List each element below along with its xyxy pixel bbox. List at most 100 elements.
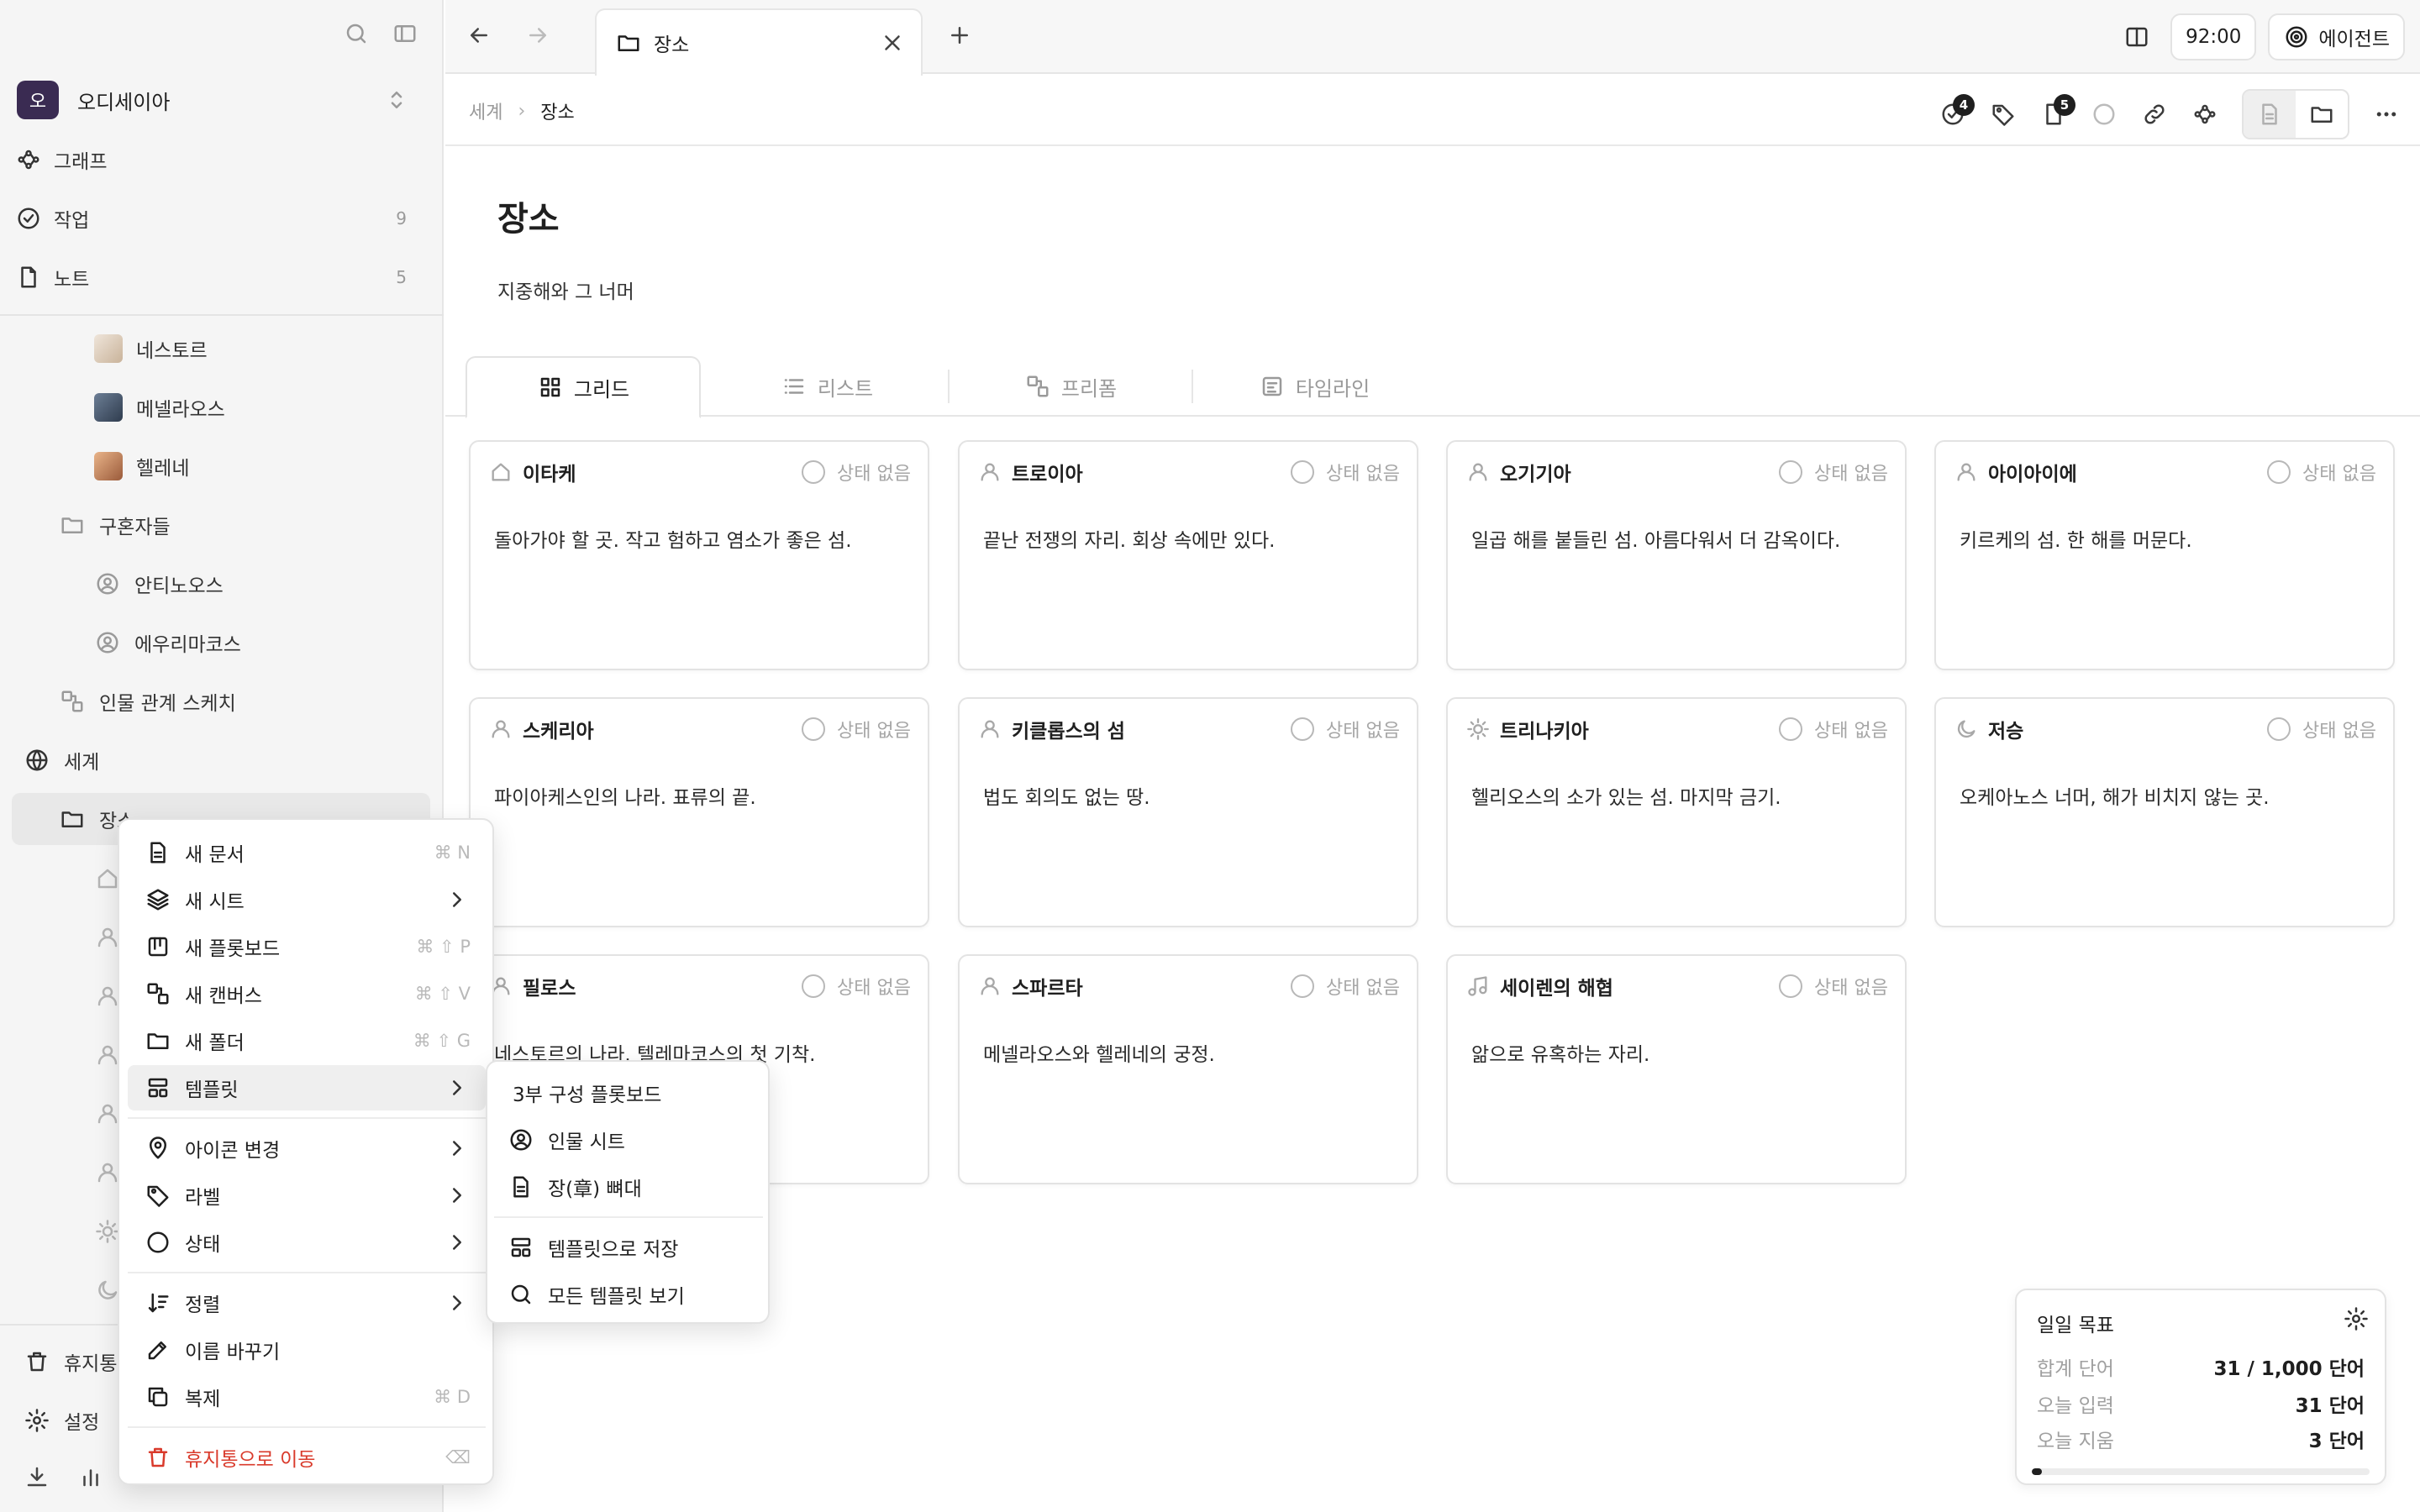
sidebar-toggle-icon[interactable] [392, 20, 418, 47]
breadcrumb-parent[interactable]: 세계 [469, 97, 502, 124]
tree-item-relations-sketch[interactable]: 인물 관계 스케치 [59, 677, 236, 726]
context-menu: 새 문서 ⌘ N 새 시트 새 플롯보드 ⌘ ⇧ P 새 캔버스 ⌘ ⇧ V 새… [118, 818, 494, 1485]
card-status[interactable]: 상태 없음 [802, 459, 911, 486]
card-title: 세이렌의 해협 [1500, 978, 1613, 1000]
graph-icon[interactable] [2191, 101, 2218, 128]
tag-icon[interactable] [1990, 101, 2017, 128]
tree-item-suitors[interactable]: 구혼자들 [59, 501, 171, 549]
menu-item-label[interactable]: 라벨 [128, 1173, 486, 1218]
plus-icon[interactable] [946, 22, 973, 49]
thumbnail-image [94, 393, 123, 422]
user-circle-icon [94, 570, 121, 597]
goals-key: 합계 단어 [2037, 1358, 2114, 1380]
card-sirens-strait[interactable]: 세이렌의 해협 상태 없음 앎으로 유혹하는 자리. [1446, 954, 1907, 1184]
tab-timeline[interactable]: 타임라인 [1197, 356, 1432, 417]
split-view-icon[interactable] [2123, 24, 2150, 50]
card-status[interactable]: 상태 없음 [1779, 973, 1888, 1000]
workspace-switcher[interactable]: 오 오디세이아 [17, 79, 427, 121]
status-circle-icon [1291, 460, 1315, 484]
search-icon[interactable] [343, 20, 370, 47]
menu-item-templates[interactable]: 템플릿 [128, 1065, 486, 1110]
card-status[interactable]: 상태 없음 [1291, 459, 1400, 486]
card-troy[interactable]: 트로이아 상태 없음 끝난 전쟁의 자리. 회상 속에만 있다. [958, 440, 1418, 670]
menu-item-sort[interactable]: 정렬 [128, 1280, 486, 1326]
tab-grid[interactable]: 그리드 [466, 356, 701, 418]
card-aiaia[interactable]: 아이아이에 상태 없음 키르케의 섬. 한 해를 머문다. [1934, 440, 2395, 670]
link-icon[interactable] [2141, 101, 2168, 128]
goals-progress-fill [2032, 1468, 2043, 1475]
menu-item-status[interactable]: 상태 [128, 1220, 486, 1265]
menu-divider [128, 1117, 486, 1119]
card-status[interactable]: 상태 없음 [1779, 459, 1888, 486]
stats-icon[interactable] [77, 1463, 104, 1490]
note-icon[interactable]: 5 [2040, 94, 2075, 128]
tasks-check-icon[interactable]: 4 [1939, 94, 1975, 128]
menu-item-new-sheet[interactable]: 새 시트 [128, 877, 486, 922]
back-arrow-icon[interactable] [466, 22, 492, 49]
card-status[interactable]: 상태 없음 [802, 973, 911, 1000]
card-thrinacia[interactable]: 트리나키아 상태 없음 헬리오스의 소가 있는 섬. 마지막 금기. [1446, 697, 1907, 927]
status-label: 상태 없음 [837, 978, 911, 999]
forward-arrow-icon[interactable] [524, 22, 551, 49]
card-status[interactable]: 상태 없음 [1291, 973, 1400, 1000]
timer-button[interactable]: 92:00 [2170, 13, 2257, 60]
submenu-item-three-act-plotboard[interactable]: 3부 구성 플롯보드 [494, 1070, 763, 1116]
page-subtitle[interactable]: 지중해와 그 너머 [497, 276, 634, 304]
card-status[interactable]: 상태 없음 [1291, 716, 1400, 743]
list-icon [781, 373, 808, 400]
card-underworld[interactable]: 저승 상태 없음 오케아노스 너머, 해가 비치지 않는 곳. [1934, 697, 2395, 927]
tab-list[interactable]: 리스트 [709, 356, 944, 417]
download-icon[interactable] [24, 1463, 50, 1490]
card-scheria[interactable]: 스케리아 상태 없음 파이아케스인의 나라. 표류의 끝. [469, 697, 929, 927]
submenu-item-character-sheet[interactable]: 인물 시트 [494, 1117, 763, 1163]
status-circle-icon [1291, 974, 1315, 998]
agent-button[interactable]: 에이전트 [2268, 13, 2405, 60]
page-title[interactable]: 장소 [497, 192, 560, 240]
tree-item-antinous[interactable]: 안티노오스 [94, 559, 224, 608]
card-status[interactable]: 상태 없음 [1779, 716, 1888, 743]
close-icon[interactable] [879, 29, 906, 56]
submenu-item-chapter-skeleton[interactable]: 장(章) 뼈대 [494, 1164, 763, 1210]
note-icon [15, 264, 42, 291]
tree-item-world[interactable]: 세계 [24, 736, 99, 785]
menu-item-new-canvas[interactable]: 새 캔버스 ⌘ ⇧ V [128, 971, 486, 1016]
sidebar-settings[interactable]: 설정 [24, 1396, 99, 1445]
menu-item-move-to-trash[interactable]: 휴지통으로 이동 ⌫ [128, 1435, 486, 1480]
submenu-item-browse-templates[interactable]: 모든 템플릿 보기 [494, 1272, 763, 1317]
folder-view-button[interactable] [2296, 91, 2348, 138]
menu-item-change-icon[interactable]: 아이콘 변경 [128, 1126, 486, 1171]
submenu-item-label: 장(章) 뼈대 [548, 1179, 642, 1200]
card-cyclops-island[interactable]: 키클롭스의 섬 상태 없음 법도 회의도 없는 땅. [958, 697, 1418, 927]
tree-item-nestor[interactable]: 네스토르 [94, 324, 208, 373]
sidebar-trash[interactable]: 휴지통 [24, 1337, 117, 1386]
card-status[interactable]: 상태 없음 [802, 716, 911, 743]
menu-item-new-plotboard[interactable]: 새 플롯보드 ⌘ ⇧ P [128, 924, 486, 969]
gear-icon[interactable] [2343, 1305, 2370, 1332]
menu-item-duplicate[interactable]: 복제 ⌘ D [128, 1374, 486, 1420]
goals-row-total: 합계 단어 31 / 1,000 단어 [2037, 1352, 2365, 1381]
card-status[interactable]: 상태 없음 [2267, 716, 2376, 743]
sidebar-item-notes[interactable]: 노트 5 [15, 254, 429, 301]
tab-freeform[interactable]: 프리폼 [953, 356, 1188, 417]
tree-item-eurymachus[interactable]: 에우리마코스 [94, 618, 241, 667]
tab-label: 리스트 [817, 376, 874, 401]
status-circle-icon[interactable] [2091, 101, 2118, 128]
sidebar-item-graph[interactable]: 그래프 [15, 136, 429, 183]
menu-item-rename[interactable]: 이름 바꾸기 [128, 1327, 486, 1373]
menu-item-new-folder[interactable]: 새 폴더 ⌘ ⇧ G [128, 1018, 486, 1063]
more-icon[interactable] [2373, 101, 2400, 128]
document-view-button[interactable] [2244, 91, 2296, 138]
card-sparta[interactable]: 스파르타 상태 없음 메넬라오스와 헬레네의 궁정. [958, 954, 1418, 1184]
sidebar-item-tasks[interactable]: 작업 9 [15, 195, 429, 242]
card-status[interactable]: 상태 없음 [2267, 459, 2376, 486]
tree-item-helen[interactable]: 헬레네 [94, 442, 189, 491]
card-ithaca[interactable]: 이타케 상태 없음 돌아가야 할 곳. 작고 험하고 염소가 좋은 섬. [469, 440, 929, 670]
menu-item-new-document[interactable]: 새 문서 ⌘ N [128, 830, 486, 875]
submenu-item-save-as-template[interactable]: 템플릿으로 저장 [494, 1225, 763, 1270]
tab-places[interactable]: 장소 [595, 8, 923, 76]
status-label: 상태 없음 [2302, 721, 2376, 742]
menu-item-shortcut: ⌫ [445, 1447, 471, 1467]
card-ogygia[interactable]: 오기기아 상태 없음 일곱 해를 붙들린 섬. 아름다워서 더 감옥이다. [1446, 440, 1907, 670]
tree-item-menelaus[interactable]: 메넬라오스 [94, 383, 225, 432]
goals-progress-bar [2032, 1468, 2370, 1475]
